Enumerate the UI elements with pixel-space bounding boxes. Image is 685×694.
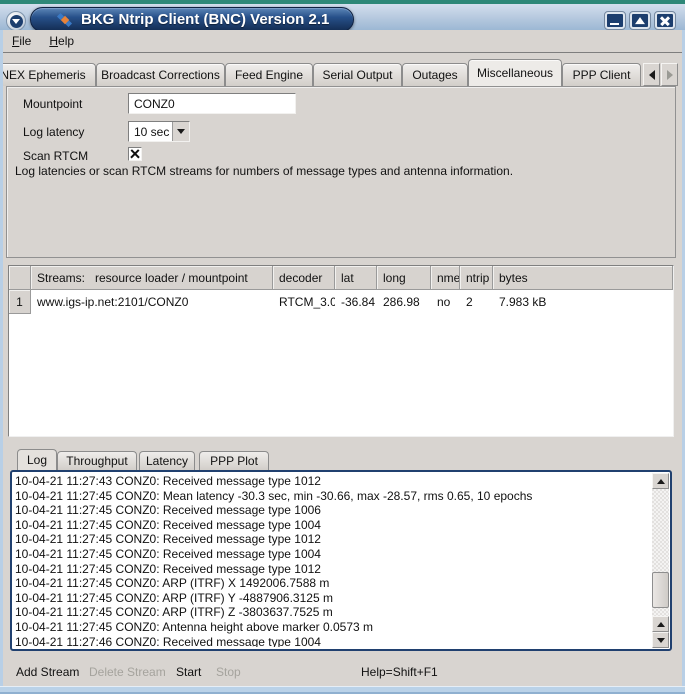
header-lat[interactable]: lat (335, 266, 377, 290)
tab-scroll-left-button[interactable] (643, 63, 660, 86)
titlebar[interactable]: BKG Ntrip Client (BNC) Version 2.1 (0, 4, 685, 30)
add-stream-button[interactable]: Add Stream (16, 665, 79, 679)
tab-broadcast-corrections[interactable]: Broadcast Corrections (96, 63, 225, 86)
action-bar: Add Stream Delete Stream Start Stop Help… (0, 662, 685, 684)
log-lines: 10-04-21 11:27:43 CONZ0: Received messag… (15, 474, 649, 647)
tab-latency[interactable]: Latency (139, 451, 195, 470)
row-number[interactable]: 1 (9, 290, 31, 314)
maximize-icon (635, 17, 645, 24)
streams-table: Streams: resource loader / mountpoint de… (8, 265, 674, 437)
scrollbar-thumb[interactable] (652, 572, 669, 608)
tab-rinex-ephemeris[interactable]: NEX Ephemeris (0, 63, 96, 86)
arrow-right-icon (667, 70, 673, 80)
window-menu-button[interactable] (6, 11, 26, 31)
menu-help[interactable]: Help (43, 32, 80, 50)
tab-feed-engine[interactable]: Feed Engine (225, 63, 313, 86)
log-scrollbar[interactable] (652, 473, 669, 648)
tab-throughput[interactable]: Throughput (57, 451, 137, 470)
tab-serial-output[interactable]: Serial Output (313, 63, 402, 86)
bnc-window: BKG Ntrip Client (BNC) Version 2.1 File … (0, 0, 685, 694)
tab-outages[interactable]: Outages (402, 63, 468, 86)
scroll-down-button[interactable] (652, 632, 669, 648)
cell-long[interactable]: 286.98 (377, 290, 431, 314)
scroll-up-button[interactable] (652, 473, 669, 489)
scrollbar-track[interactable] (652, 489, 669, 616)
mountpoint-field[interactable]: CONZ0 (128, 93, 296, 114)
tab-miscellaneous[interactable]: Miscellaneous (468, 59, 562, 86)
header-ntrip[interactable]: ntrip (460, 266, 493, 290)
table-header-row: Streams: resource loader / mountpoint de… (9, 266, 673, 290)
cell-lat[interactable]: -36.84 (335, 290, 377, 314)
tab-ppp-client[interactable]: PPP Client (562, 63, 641, 86)
tab-ppp-plot[interactable]: PPP Plot (199, 451, 269, 470)
combo-dropdown-button[interactable] (172, 122, 189, 141)
log-latency-select[interactable]: 10 sec (128, 121, 190, 142)
arrow-up-icon (657, 622, 665, 627)
window-border-left (0, 30, 3, 686)
start-button[interactable]: Start (176, 665, 201, 679)
window-title: BKG Ntrip Client (BNC) Version 2.1 (81, 11, 329, 28)
scan-rtcm-label: Scan RTCM (23, 149, 88, 163)
menu-file[interactable]: File (6, 32, 37, 50)
miscellaneous-panel: Mountpoint CONZ0 Log latency 10 sec Scan… (6, 86, 676, 258)
cell-nmea[interactable]: no (431, 290, 460, 314)
arrow-left-icon (649, 70, 655, 80)
tab-scroll-right-button[interactable] (661, 63, 678, 86)
mountpoint-label: Mountpoint (23, 97, 82, 111)
maximize-button[interactable] (630, 12, 650, 29)
cell-bytes[interactable]: 7.983 kB (493, 290, 673, 314)
scan-rtcm-checkbox[interactable] (128, 147, 142, 161)
scroll-up-button-2[interactable] (652, 616, 669, 632)
log-latency-label: Log latency (23, 125, 84, 139)
close-button[interactable] (655, 12, 675, 29)
help-shortcut-hint: Help=Shift+F1 (361, 665, 438, 679)
stop-button[interactable]: Stop (216, 665, 241, 679)
header-streams[interactable]: Streams: resource loader / mountpoint (31, 266, 273, 290)
cell-ntrip[interactable]: 2 (460, 290, 493, 314)
tab-log[interactable]: Log (17, 449, 57, 470)
arrow-up-icon (657, 479, 665, 484)
main-tabstrip: NEX Ephemeris Broadcast Corrections Feed… (0, 59, 685, 86)
table-corner-button[interactable] (9, 266, 31, 290)
bnc-app-icon (56, 12, 73, 28)
arrow-down-icon (657, 638, 665, 643)
window-border-bottom (0, 686, 685, 694)
table-empty-area (9, 314, 673, 436)
minimize-icon (610, 23, 619, 26)
cell-stream[interactable]: www.igs-ip.net:2101/CONZ0 (31, 290, 273, 314)
table-row[interactable]: 1 www.igs-ip.net:2101/CONZ0 RTCM_3.0 -36… (9, 290, 673, 314)
chevron-down-icon (12, 19, 20, 24)
chevron-down-icon (177, 129, 185, 134)
bottom-tabstrip: Log Throughput Latency PPP Plot (0, 449, 685, 470)
cell-decoder[interactable]: RTCM_3.0 (273, 290, 335, 314)
panel-description: Log latencies or scan RTCM streams for n… (15, 164, 665, 178)
minimize-button[interactable] (605, 12, 625, 29)
header-decoder[interactable]: decoder (273, 266, 335, 290)
header-long[interactable]: long (377, 266, 431, 290)
log-output[interactable]: 10-04-21 11:27:43 CONZ0: Received messag… (10, 470, 672, 651)
menubar: File Help (0, 30, 685, 53)
title-pill[interactable]: BKG Ntrip Client (BNC) Version 2.1 (30, 7, 354, 32)
header-bytes[interactable]: bytes (493, 266, 673, 290)
header-nmea[interactable]: nmea (431, 266, 460, 290)
delete-stream-button[interactable]: Delete Stream (89, 665, 166, 679)
